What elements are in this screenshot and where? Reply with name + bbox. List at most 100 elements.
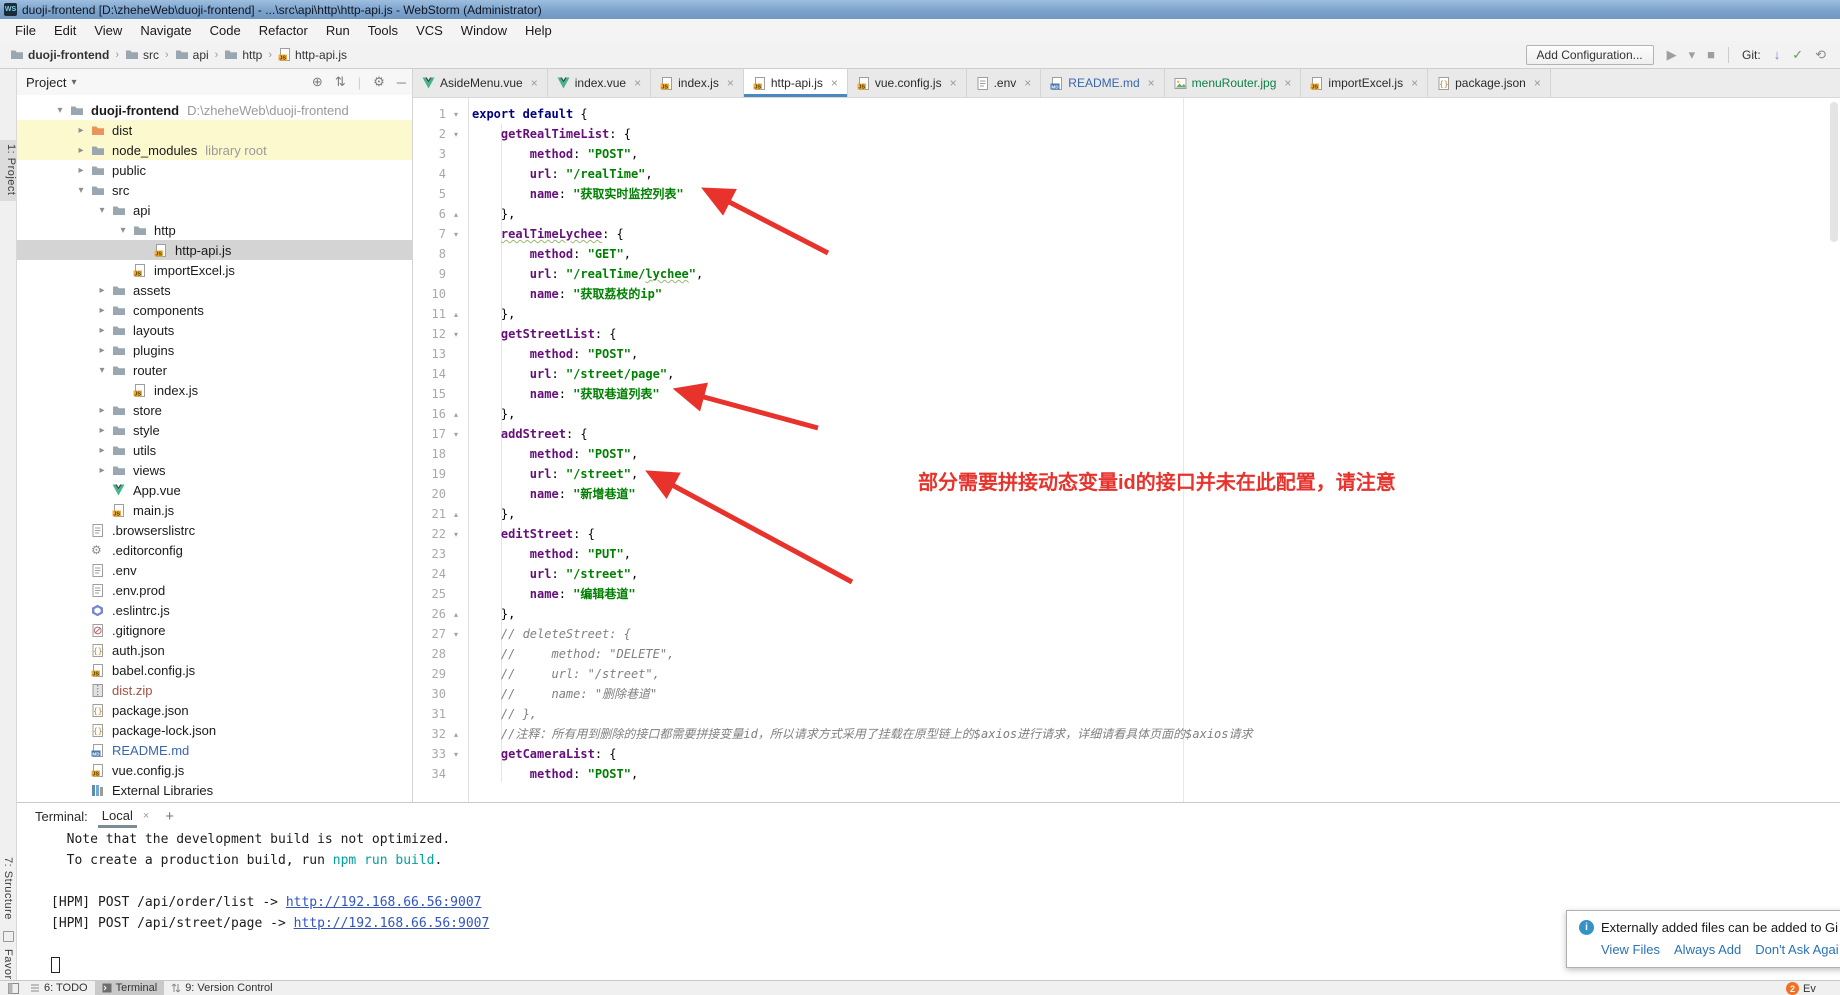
close-icon[interactable]: × — [634, 76, 641, 90]
notification-link-don-t-ask-agai[interactable]: Don't Ask Agai — [1755, 942, 1838, 957]
tree-item-vue.config.js[interactable]: JSvue.config.js — [17, 760, 412, 780]
tree-item-duoji-frontend[interactable]: ▾duoji-frontendD:\zheheWeb\duoji-fronten… — [17, 100, 412, 120]
tree-item-.gitignore[interactable]: .gitignore — [17, 620, 412, 640]
tree-item-router[interactable]: ▾router — [17, 360, 412, 380]
tool-window-switcher-icon[interactable] — [4, 981, 23, 995]
close-icon[interactable]: × — [531, 76, 538, 90]
stop-icon[interactable]: ■ — [1707, 48, 1715, 61]
tree-item-public[interactable]: ▸public — [17, 160, 412, 180]
breadcrumb-duoji-frontend[interactable]: duoji-frontend — [10, 48, 109, 62]
breadcrumb-api[interactable]: api — [175, 48, 209, 62]
chevron-right-icon[interactable]: ▸ — [71, 125, 91, 136]
tree-item-plugins[interactable]: ▸plugins — [17, 340, 412, 360]
chevron-right-icon[interactable]: ▸ — [92, 345, 112, 356]
chevron-right-icon[interactable]: ▸ — [71, 165, 91, 176]
tree-item-.eslintrc.js[interactable]: .eslintrc.js — [17, 600, 412, 620]
vcs-update-icon[interactable]: ↓ — [1774, 48, 1781, 61]
tree-item-App.vue[interactable]: App.vue — [17, 480, 412, 500]
tree-item-.env.prod[interactable]: .env.prod — [17, 580, 412, 600]
chevron-right-icon[interactable]: ▸ — [92, 425, 112, 436]
locate-icon[interactable]: ⊕ — [312, 74, 323, 90]
close-icon[interactable]: × — [1148, 76, 1155, 90]
tree-item-dist.zip[interactable]: dist.zip — [17, 680, 412, 700]
editor[interactable]: 1▾2▾3456▴7▾891011▴12▾13141516▴17▾1819202… — [413, 98, 1840, 802]
vcs-commit-icon[interactable]: ✓ — [1792, 48, 1803, 61]
notification-link-view-files[interactable]: View Files — [1601, 942, 1660, 957]
notification-link-always-add[interactable]: Always Add — [1674, 942, 1741, 957]
chevron-right-icon[interactable]: ▸ — [92, 325, 112, 336]
close-icon[interactable]: × — [727, 76, 734, 90]
run-more-icon[interactable]: ▾ — [1689, 48, 1696, 61]
close-icon[interactable]: × — [143, 810, 149, 822]
close-icon[interactable]: × — [1024, 76, 1031, 90]
statusbar-item-6-todo[interactable]: 6: TODO — [23, 981, 95, 995]
breadcrumb-http[interactable]: http — [224, 48, 262, 62]
tree-item-http-api.js[interactable]: JShttp-api.js — [17, 240, 412, 260]
tree-item-assets[interactable]: ▸assets — [17, 280, 412, 300]
tab-menuRouter.jpg[interactable]: menuRouter.jpg× — [1165, 69, 1302, 97]
tree-item-node_modules[interactable]: ▸node_moduleslibrary root — [17, 140, 412, 160]
tab-index.js[interactable]: JSindex.js× — [651, 69, 744, 97]
tab-http-api.js[interactable]: JShttp-api.js× — [744, 69, 848, 97]
tree-item-External Libraries[interactable]: External Libraries — [17, 780, 412, 800]
chevron-down-icon[interactable]: ▾ — [92, 205, 112, 216]
chevron-right-icon[interactable]: ▸ — [71, 145, 91, 156]
menu-file[interactable]: File — [6, 21, 45, 40]
menu-navigate[interactable]: Navigate — [131, 21, 200, 40]
tree-item-package-lock.json[interactable]: {}package-lock.json — [17, 720, 412, 740]
chevron-down-icon[interactable]: ▾ — [92, 365, 112, 376]
tree-item-store[interactable]: ▸store — [17, 400, 412, 420]
tree-item-components[interactable]: ▸components — [17, 300, 412, 320]
chevron-right-icon[interactable]: ▸ — [92, 465, 112, 476]
breadcrumb-src[interactable]: src — [125, 48, 159, 62]
tab-index.vue[interactable]: index.vue× — [548, 69, 651, 97]
menu-tools[interactable]: Tools — [359, 21, 407, 40]
tree-item-package.json[interactable]: {}package.json — [17, 700, 412, 720]
tree-item-importExcel.js[interactable]: JSimportExcel.js — [17, 260, 412, 280]
tab-README.md[interactable]: MDREADME.md× — [1041, 69, 1164, 97]
menu-help[interactable]: Help — [516, 21, 561, 40]
tree-item-auth.json[interactable]: {}auth.json — [17, 640, 412, 660]
chevron-right-icon[interactable]: ▸ — [92, 445, 112, 456]
project-panel-header[interactable]: Project ▾ ⊕⇅|⚙─ — [17, 69, 412, 95]
statusbar-item-9-version-control[interactable]: 9: Version Control — [164, 981, 279, 995]
close-icon[interactable]: × — [1411, 76, 1418, 90]
event-log[interactable]: 2 Ev — [1786, 981, 1816, 995]
tree-item-layouts[interactable]: ▸layouts — [17, 320, 412, 340]
close-icon[interactable]: × — [950, 76, 957, 90]
terminal-tab-local[interactable]: Local — [98, 805, 137, 828]
run-icon[interactable]: ▶ — [1667, 48, 1677, 61]
tree-item-style[interactable]: ▸style — [17, 420, 412, 440]
hide-panel-icon[interactable]: ─ — [397, 75, 406, 90]
close-icon[interactable]: × — [1534, 76, 1541, 90]
tree-item-.env[interactable]: .env — [17, 560, 412, 580]
chevron-right-icon[interactable]: ▸ — [92, 305, 112, 316]
menu-refactor[interactable]: Refactor — [250, 21, 317, 40]
settings-icon[interactable]: ⚙ — [373, 74, 385, 90]
tree-item-api[interactable]: ▾api — [17, 200, 412, 220]
chevron-down-icon[interactable]: ▾ — [50, 105, 70, 116]
menu-vcs[interactable]: VCS — [407, 21, 452, 40]
tree-item-dist[interactable]: ▸dist — [17, 120, 412, 140]
tree-item-README.md[interactable]: MDREADME.md — [17, 740, 412, 760]
tab-vue.config.js[interactable]: JSvue.config.js× — [848, 69, 967, 97]
tool-window-button-project[interactable]: 1: Project — [0, 140, 17, 201]
tree-item-views[interactable]: ▸views — [17, 460, 412, 480]
chevron-right-icon[interactable]: ▸ — [92, 285, 112, 296]
collapse-all-icon[interactable]: ⇅ — [335, 74, 346, 90]
chevron-down-icon[interactable]: ▾ — [113, 225, 133, 236]
tree-item-.browserslistrc[interactable]: .browserslistrc — [17, 520, 412, 540]
terminal-link[interactable]: http://192.168.66.56:9007 — [286, 895, 482, 910]
statusbar-item-terminal[interactable]: Terminal — [95, 981, 165, 995]
menu-code[interactable]: Code — [201, 21, 250, 40]
close-icon[interactable]: × — [831, 76, 838, 90]
tree-item-index.js[interactable]: JSindex.js — [17, 380, 412, 400]
new-terminal-icon[interactable]: + — [165, 808, 174, 825]
tab-AsideMenu.vue[interactable]: AsideMenu.vue× — [413, 69, 548, 97]
menu-edit[interactable]: Edit — [45, 21, 85, 40]
tree-item-http[interactable]: ▾http — [17, 220, 412, 240]
menu-window[interactable]: Window — [452, 21, 516, 40]
add-configuration-button[interactable]: Add Configuration... — [1526, 45, 1654, 65]
menu-view[interactable]: View — [85, 21, 131, 40]
history-icon[interactable]: ⟲ — [1815, 48, 1826, 61]
